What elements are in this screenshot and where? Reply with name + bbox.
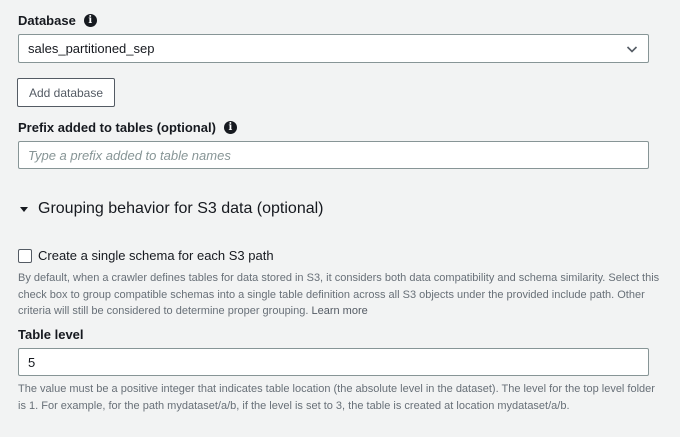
table-level-help-line: The value must be a positive integer tha… [18,383,655,395]
grouping-section-toggle[interactable]: Grouping behavior for S3 data (optional) [20,200,324,218]
grouping-help-line: criteria will still be considered to det… [18,303,668,320]
database-select-value: sales_partitioned_sep [28,41,155,56]
grouping-section-title: Grouping behavior for S3 data (optional) [38,200,324,217]
grouping-help-last: criteria will still be considered to det… [18,305,309,317]
prefix-label-text: Prefix added to tables (optional) [18,120,216,135]
single-schema-checkbox[interactable] [18,248,32,263]
info-icon[interactable]: i [223,121,237,134]
add-database-button-label: Add database [28,85,104,100]
single-schema-checkbox-label[interactable]: Create a single schema for each S3 path [38,248,274,263]
table-level-input[interactable]: 5 [18,348,649,376]
grouping-help-text: By default, when a crawler defines table… [18,270,668,320]
prefix-input[interactable]: Type a prefix added to table names [18,141,649,169]
table-level-help-text: The value must be a positive integer tha… [18,381,668,414]
grouping-help-line: By default, when a crawler defines table… [18,272,660,284]
info-icon[interactable]: i [83,14,97,27]
database-label-text: Database [18,13,76,28]
table-level-label-text: Table level [18,327,84,342]
table-level-help-line: is 1. For example, for the path mydatase… [18,399,570,412]
caret-down-icon [20,206,28,212]
database-label: Database i [18,13,97,28]
learn-more-link[interactable]: Learn more [311,305,367,317]
single-schema-option[interactable]: Create a single schema for each S3 path [18,248,274,263]
prefix-label: Prefix added to tables (optional) i [18,120,237,135]
chevron-down-icon [626,46,638,53]
table-level-label: Table level [18,327,84,342]
add-database-button[interactable]: Add database [17,78,115,107]
table-level-input-value: 5 [28,354,36,370]
grouping-help-line: check box to group compatible schemas in… [18,288,645,301]
prefix-input-placeholder: Type a prefix added to table names [28,147,231,163]
database-select[interactable]: sales_partitioned_sep [18,34,649,63]
